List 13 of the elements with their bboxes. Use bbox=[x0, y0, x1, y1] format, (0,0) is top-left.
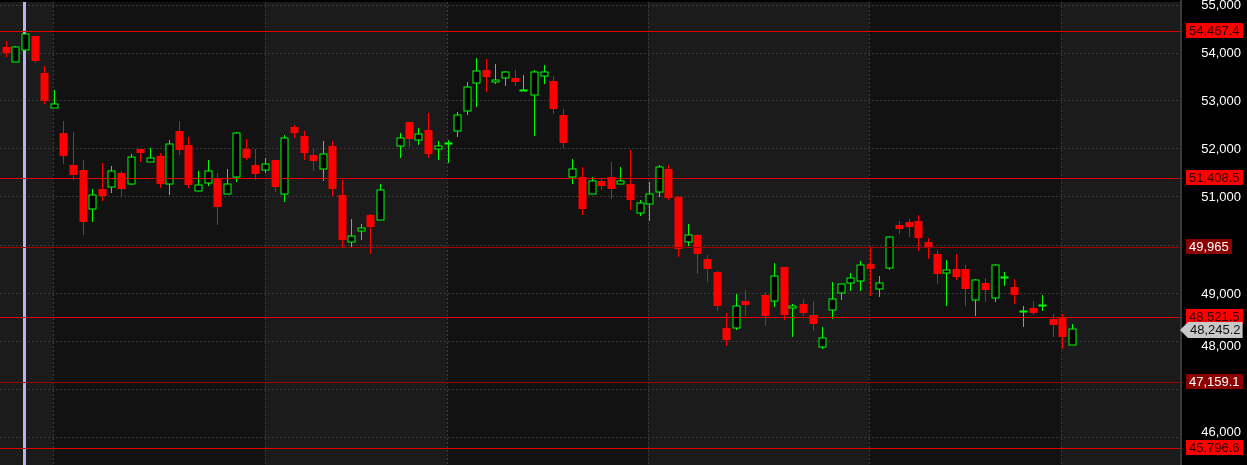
price-level-tag: 51,408.5 bbox=[1186, 169, 1243, 185]
price-tick-label: 55,000 bbox=[1201, 0, 1241, 12]
price-tick-label: 51,000 bbox=[1201, 190, 1241, 205]
price-tick-label: 53,000 bbox=[1201, 94, 1241, 109]
price-level-tag: 54,467.4 bbox=[1186, 22, 1243, 38]
price-level-tag: 47,159.1 bbox=[1186, 374, 1243, 390]
price-tick-label: 52,000 bbox=[1201, 142, 1241, 157]
price-tick-label: 54,000 bbox=[1201, 46, 1241, 61]
price-level-tag: 49,965 bbox=[1186, 239, 1232, 255]
price-tick-label: 46,000 bbox=[1201, 424, 1241, 439]
price-tick-label: 49,000 bbox=[1201, 286, 1241, 301]
price-tick-label: 48,000 bbox=[1201, 338, 1241, 353]
price-level-tag: 45,796.6 bbox=[1186, 439, 1243, 455]
